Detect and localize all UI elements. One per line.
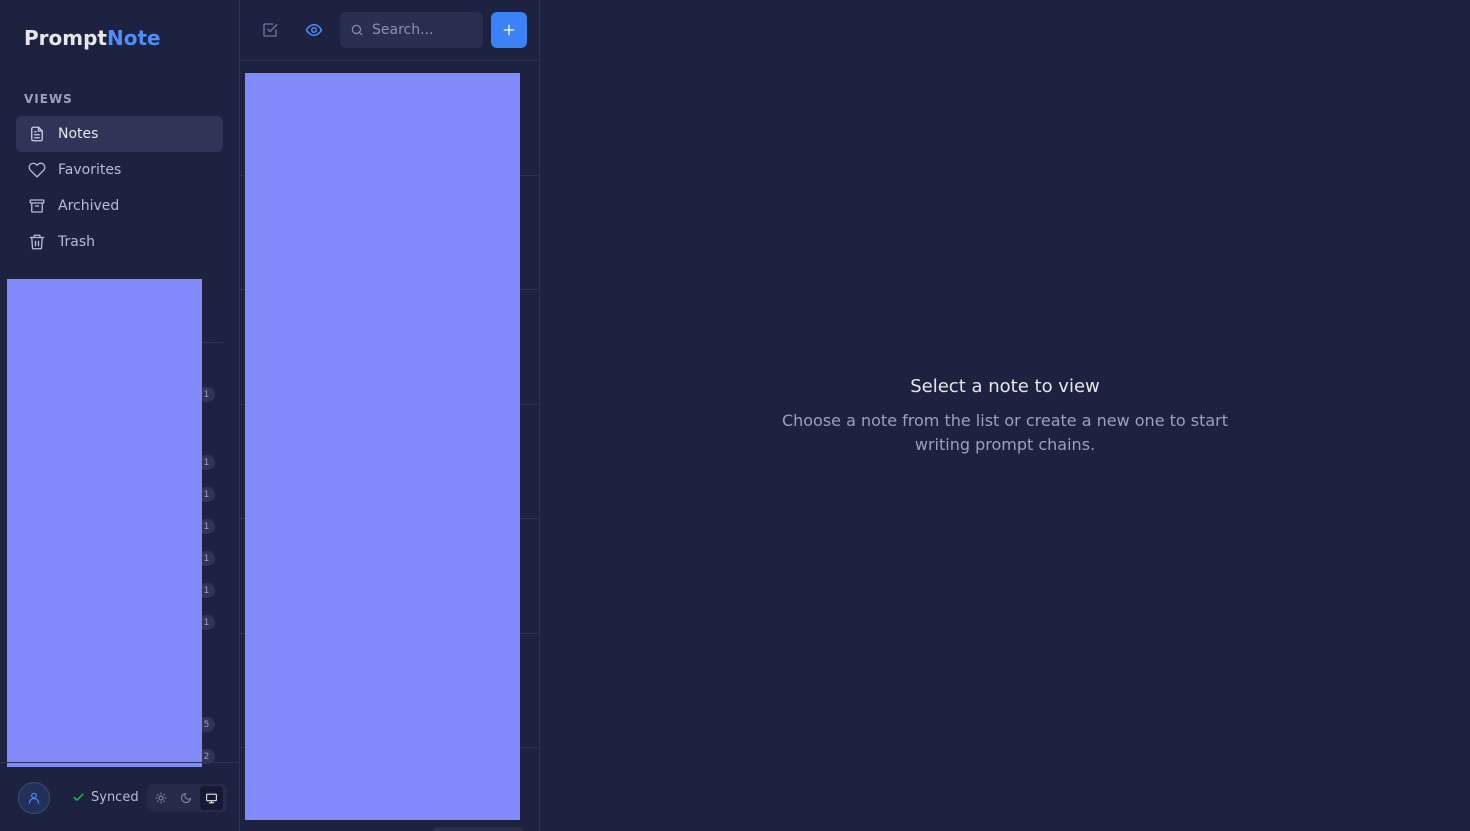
sidebar-item-label: Favorites bbox=[58, 162, 122, 178]
checkbox-icon bbox=[263, 23, 278, 37]
sidebar-overlay-block bbox=[7, 279, 202, 767]
document-icon bbox=[28, 125, 46, 143]
empty-state-description: Choose a note from the list or create a … bbox=[781, 411, 1229, 454]
sidebar: PromptNote VIEWS Notes Favorites Archive… bbox=[0, 0, 240, 831]
theme-dark-button[interactable] bbox=[174, 786, 197, 810]
heart-icon bbox=[28, 161, 46, 179]
user-icon bbox=[28, 792, 40, 804]
sidebar-item-trash[interactable]: Trash bbox=[16, 224, 223, 260]
sidebar-item-favorites[interactable]: Favorites bbox=[16, 152, 223, 188]
list-toolbar bbox=[240, 0, 539, 61]
note-list-column bbox=[240, 0, 540, 831]
views-section-label: VIEWS bbox=[24, 92, 73, 106]
views-nav: Notes Favorites Archived Trash bbox=[16, 116, 223, 260]
app-logo: PromptNote bbox=[24, 26, 161, 50]
avatar[interactable] bbox=[18, 782, 50, 814]
add-note-button[interactable] bbox=[491, 12, 527, 48]
sidebar-item-label: Notes bbox=[58, 126, 99, 142]
check-icon bbox=[73, 793, 84, 801]
search-icon bbox=[351, 24, 363, 36]
theme-switch bbox=[147, 784, 227, 812]
preview-toggle-button[interactable] bbox=[298, 14, 330, 46]
sidebar-item-archived[interactable]: Archived bbox=[16, 188, 223, 224]
sidebar-item-label: Trash bbox=[58, 234, 95, 250]
logo-primary: Prompt bbox=[24, 26, 107, 50]
empty-state-title: Select a note to view bbox=[910, 376, 1100, 397]
moon-icon bbox=[181, 793, 191, 803]
list-scroll-peek bbox=[433, 827, 523, 831]
sidebar-item-notes[interactable]: Notes bbox=[16, 116, 223, 152]
note-list-overlay-block bbox=[245, 73, 520, 820]
plus-icon bbox=[503, 24, 515, 36]
theme-light-button[interactable] bbox=[149, 786, 172, 810]
sync-status: Synced bbox=[72, 790, 139, 805]
logo-accent: Note bbox=[106, 26, 161, 50]
monitor-icon bbox=[205, 793, 217, 803]
eye-icon bbox=[305, 24, 323, 36]
note-view-area: Select a note to view Choose a note from… bbox=[540, 0, 1470, 831]
sync-status-label: Synced bbox=[91, 790, 139, 805]
search-field bbox=[340, 12, 483, 48]
sun-icon bbox=[155, 792, 167, 804]
trash-icon bbox=[28, 233, 46, 251]
select-mode-button[interactable] bbox=[254, 14, 286, 46]
theme-system-button[interactable] bbox=[199, 786, 223, 810]
sidebar-item-label: Archived bbox=[58, 198, 120, 214]
sidebar-footer: Synced bbox=[0, 762, 239, 831]
archive-icon bbox=[28, 197, 46, 215]
search-input[interactable] bbox=[372, 22, 472, 38]
